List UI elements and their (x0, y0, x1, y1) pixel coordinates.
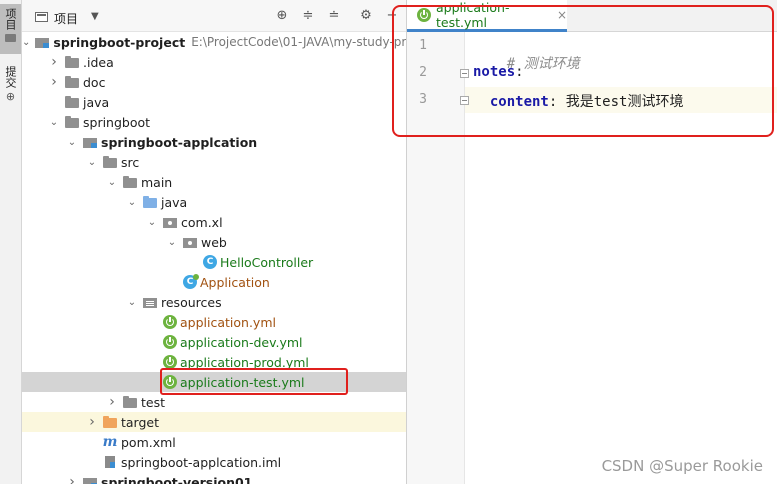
tree-row[interactable]: springboot-applcation.iml (22, 452, 406, 472)
tree-item-label: application.yml (180, 314, 276, 330)
tree-row[interactable]: › target (22, 412, 406, 432)
tree-item-label: target (121, 414, 160, 430)
tree-item-label: main (141, 174, 173, 190)
tree-row[interactable]: m pom.xml (22, 432, 406, 452)
folder-icon (122, 175, 138, 189)
tree-item-label: test (141, 394, 166, 410)
collapse-all-icon[interactable]: ≐ (325, 7, 343, 25)
tree-item-label: src (121, 154, 140, 170)
chevron-down-icon[interactable]: ⌄ (86, 157, 98, 168)
package-icon (162, 215, 178, 229)
class-icon: C (203, 255, 217, 269)
spring-yml-icon (163, 315, 177, 329)
tree-row[interactable]: ⌄ springboot (22, 112, 406, 132)
spring-yml-icon (163, 355, 177, 369)
tree-item-label: springboot-applcation.iml (121, 454, 282, 470)
chevron-down-icon[interactable]: ⌄ (126, 297, 138, 308)
watermark: CSDN @Super Rookie (601, 457, 763, 475)
chevron-right-icon[interactable]: › (66, 474, 78, 484)
tree-row[interactable]: application.yml (22, 312, 406, 332)
folder-icon (5, 34, 16, 42)
chevron-down-icon[interactable]: ⌄ (166, 237, 178, 248)
tree-item-label: springboot-project (53, 34, 186, 50)
folder-icon (64, 75, 80, 89)
tree-row[interactable]: ⌄ java (22, 192, 406, 212)
folder-icon (64, 115, 80, 129)
resources-folder-icon (142, 295, 158, 309)
tree-row[interactable]: java (22, 92, 406, 112)
tree-row[interactable]: ⌄ springboot-project E:\ProjectCode\01-JAV… (22, 32, 407, 52)
tree-row[interactable]: ⌄ web (22, 232, 406, 252)
highlight-box-editor (392, 5, 774, 137)
tree-item-label: Application (200, 274, 270, 290)
iml-file-icon (102, 455, 118, 469)
chevron-right-icon[interactable]: › (106, 394, 118, 410)
tree-row[interactable]: ⌄ main (22, 172, 406, 192)
folder-icon (64, 95, 80, 109)
commit-tool-tab-label: 提交 (4, 66, 17, 88)
tree-item-label: HelloController (220, 254, 314, 270)
tree-item-label: springboot-version01 (101, 474, 253, 484)
tree-row[interactable]: › springboot-version01 (22, 472, 406, 484)
maven-icon: m (102, 434, 118, 450)
tree-row[interactable]: › .idea (22, 52, 406, 72)
package-icon (182, 235, 198, 249)
module-icon (82, 135, 98, 149)
tree-row[interactable]: ⌄ resources (22, 292, 406, 312)
tree-item-label: resources (161, 294, 222, 310)
tree-row[interactable]: ⌄ springboot-applcation (22, 132, 406, 152)
project-view-icon (35, 12, 48, 22)
project-path: E:\ProjectCode\01-JAVA\my-study-pro (191, 35, 407, 49)
tree-item-label: java (83, 94, 110, 110)
chevron-right-icon[interactable]: › (86, 414, 98, 430)
tree-item-label: java (161, 194, 188, 210)
project-panel: 项目 ▼ ⊕ ≑ ≐ ⚙ − ⌄ springboot-project E:\Pro… (22, 0, 407, 484)
tree-row[interactable]: › doc (22, 72, 406, 92)
chevron-down-icon[interactable]: ⌄ (126, 197, 138, 208)
chevron-right-icon[interactable]: › (48, 54, 60, 70)
module-icon (82, 475, 98, 484)
locate-icon[interactable]: ⊕ (273, 7, 291, 25)
editor-area: application-test.yml × 1 2 3 # 测试环境 note… (392, 0, 777, 484)
commit-tool-tab[interactable]: 提交 ⊕ (0, 62, 21, 112)
project-panel-title[interactable]: 项目 (54, 10, 78, 27)
tree-item-label: com.xl (181, 214, 223, 230)
tree-item-label: pom.xml (121, 434, 176, 450)
folder-icon (64, 55, 80, 69)
source-folder-icon (142, 195, 158, 209)
chevron-down-icon[interactable]: ⌄ (48, 117, 60, 128)
tree-item-label: web (201, 234, 227, 250)
commit-icon: ⊕ (5, 90, 16, 103)
tree-row[interactable]: C Application (22, 272, 406, 292)
tree-item-label: application-dev.yml (180, 334, 303, 350)
tree-item-label: .idea (83, 54, 114, 70)
chevron-right-icon[interactable]: › (48, 74, 60, 90)
folder-icon (122, 395, 138, 409)
highlight-box-selected-file (160, 368, 348, 395)
excluded-folder-icon (102, 415, 118, 429)
project-panel-header: 项目 ▼ ⊕ ≑ ≐ ⚙ − (22, 0, 406, 32)
chevron-down-icon[interactable]: ⌄ (22, 37, 30, 48)
tree-row[interactable]: ⌄ src (22, 152, 406, 172)
tree-row[interactable]: C HelloController (22, 252, 406, 272)
tree-row[interactable]: application-dev.yml (22, 332, 406, 352)
tree-item-label: springboot-applcation (101, 134, 258, 150)
tool-window-strip: 项目 提交 ⊕ (0, 0, 22, 484)
chevron-down-icon[interactable]: ⌄ (106, 177, 118, 188)
chevron-down-icon[interactable]: ⌄ (146, 217, 158, 228)
gear-icon[interactable]: ⚙ (357, 7, 375, 25)
tree-item-label: springboot (83, 114, 151, 130)
project-tool-tab-label: 项目 (4, 8, 17, 30)
chevron-down-icon[interactable]: ⌄ (66, 137, 78, 148)
tree-row[interactable]: › test (22, 392, 406, 412)
expand-all-icon[interactable]: ≑ (299, 7, 317, 25)
tree-item-label: doc (83, 74, 106, 90)
module-icon (34, 35, 50, 49)
project-tool-tab[interactable]: 项目 (0, 4, 21, 54)
tree-row[interactable]: ⌄ com.xl (22, 212, 406, 232)
folder-icon (102, 155, 118, 169)
spring-yml-icon (163, 335, 177, 349)
spring-boot-class-icon: C (183, 274, 199, 289)
chevron-down-icon[interactable]: ▼ (91, 11, 99, 22)
